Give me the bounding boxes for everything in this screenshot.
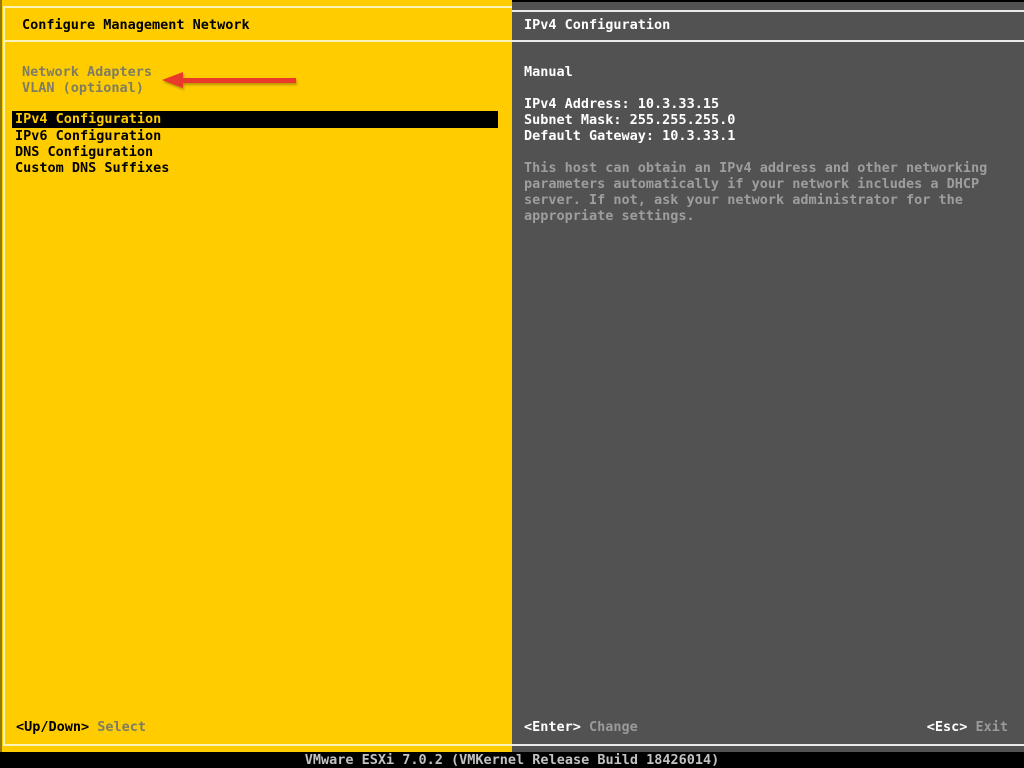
menu-item-ipv6-configuration[interactable]: IPv6 Configuration [12, 128, 498, 144]
menu-item-network-adapters[interactable]: Network Adapters [22, 64, 152, 80]
esxi-version-status-bar: VMware ESXi 7.0.2 (VMKernel Release Buil… [0, 752, 1024, 768]
red-arrow-shaft [178, 78, 296, 83]
menu-item-custom-dns-suffixes[interactable]: Custom DNS Suffixes [12, 160, 498, 176]
subnet-mask-row: Subnet Mask: 255.255.255.0 [524, 112, 735, 128]
panel-left-border [3, 6, 5, 746]
default-gateway-label: Default Gateway: [524, 128, 663, 144]
ipv4-settings-block: IPv4 Address: 10.3.33.15 Subnet Mask: 25… [524, 96, 735, 144]
panel-top-border [512, 10, 1024, 12]
enter-change-hint: <Enter> Change [524, 719, 638, 735]
esc-key-label: <Esc> [926, 719, 968, 735]
description-line: This host can obtain an IPv4 address and… [524, 160, 988, 176]
exit-action-label: Exit [975, 719, 1008, 735]
updown-key-label: <Up/Down> [16, 719, 90, 735]
panel-top-border [3, 6, 512, 8]
subnet-mask-value: 255.255.255.0 [629, 112, 736, 128]
configure-management-network-panel: Configure Management Network Network Ada… [0, 0, 512, 752]
panel-title: IPv4 Configuration [524, 17, 671, 33]
title-separator [3, 40, 512, 42]
menu-item-ipv4-configuration[interactable]: IPv4 Configuration [12, 111, 498, 128]
description-line: appropriate settings. [524, 208, 695, 224]
ipv4-mode-value: Manual [524, 64, 573, 80]
ipv4-address-row: IPv4 Address: 10.3.33.15 [524, 96, 735, 112]
esc-exit-hint: <Esc> Exit [927, 719, 1008, 735]
description-line: parameters automatically if your network… [524, 176, 980, 192]
red-arrow-head [162, 72, 183, 88]
description-line: server. If not, ask your network adminis… [524, 192, 963, 208]
red-arrow-left-icon [162, 72, 298, 88]
default-gateway-value: 10.3.33.1 [662, 128, 736, 144]
ipv4-address-value: 10.3.33.15 [637, 96, 720, 112]
menu-item-dns-configuration[interactable]: DNS Configuration [12, 144, 498, 160]
panel-left-edge [0, 0, 2, 752]
select-action-label: Select [97, 719, 147, 735]
esxi-dcui-screen: Configure Management Network Network Ada… [0, 0, 1024, 768]
network-config-menu: IPv4 Configuration IPv6 Configuration DN… [12, 111, 498, 176]
panel-title: Configure Management Network [22, 17, 250, 33]
change-action-label: Change [589, 719, 638, 735]
ipv4-configuration-panel: IPv4 Configuration Manual IPv4 Address: … [512, 0, 1024, 752]
title-separator [512, 40, 1024, 42]
default-gateway-row: Default Gateway: 10.3.33.1 [524, 128, 735, 144]
dhcp-description: This host can obtain an IPv4 address and… [524, 160, 987, 224]
menu-item-vlan-optional[interactable]: VLAN (optional) [22, 80, 144, 96]
panel-bottom-border [512, 744, 1024, 746]
updown-select-hint: <Up/Down> Select [16, 719, 146, 735]
subnet-mask-label: Subnet Mask: [524, 112, 630, 128]
ipv4-address-label: IPv4 Address: [524, 96, 638, 112]
enter-key-label: <Enter> [524, 719, 581, 735]
panel-top-edge [512, 0, 1024, 2]
panel-bottom-border [3, 744, 512, 746]
